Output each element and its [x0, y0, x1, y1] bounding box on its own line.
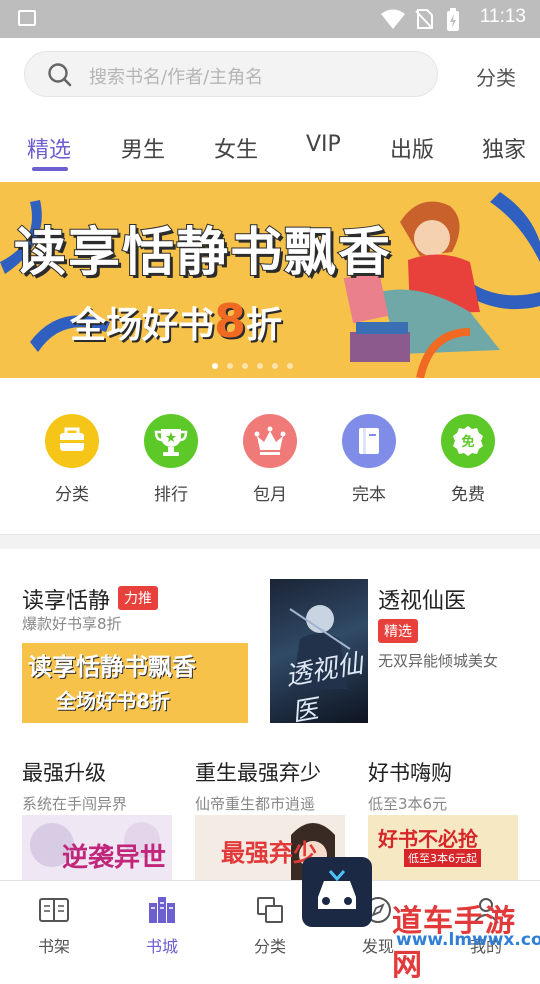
recommendation-item[interactable]: 好书嗨购 低至3本6元	[368, 757, 528, 814]
featured-left-subtitle: 爆款好书享8折	[22, 615, 122, 633]
banner-subline: 全场好书8折	[70, 294, 282, 348]
nav-label: 书架	[37, 937, 70, 956]
watermark-url: www.lmwwx.com	[396, 930, 540, 950]
status-bar: 11:13	[0, 0, 540, 38]
mini-banner-line1: 读享恬静书飘香	[28, 653, 196, 681]
recommendation-title: 好书嗨购	[368, 761, 452, 785]
book-icon	[342, 414, 396, 468]
tab-vip[interactable]: VIP	[306, 132, 341, 157]
quick-link-completed[interactable]: 完本	[329, 414, 409, 505]
banner-dot[interactable]	[242, 363, 248, 369]
banner-sub-suffix: 折	[246, 305, 283, 346]
status-time: 11:13	[479, 6, 526, 27]
banner-dot[interactable]	[272, 363, 278, 369]
banner-sub-prefix: 全场好书	[70, 305, 215, 346]
bookshelf-icon	[39, 898, 69, 922]
bag-icon	[45, 414, 99, 468]
crown-icon	[243, 414, 297, 468]
nav-bookshelf[interactable]: 书架	[19, 895, 89, 957]
svg-text:免: 免	[461, 434, 474, 450]
banner-dot[interactable]	[257, 363, 263, 369]
quick-link-label: 包月	[253, 485, 287, 505]
quick-link-label: 排行	[154, 485, 188, 505]
mini-banner-line2: 全场好书8折	[56, 689, 170, 713]
quick-link-label: 免费	[451, 485, 485, 505]
section-divider	[0, 534, 540, 550]
tab-male[interactable]: 男生	[121, 132, 165, 164]
search-row: 搜索书名/作者/主角名 分类	[0, 38, 540, 116]
featured-right-title[interactable]: 透视仙医	[378, 583, 466, 615]
recommendation-item[interactable]: 重生最强弃少 仙帝重生都市逍遥	[195, 757, 355, 814]
image-notification-icon	[18, 10, 36, 26]
quick-link-label: 分类	[55, 485, 89, 505]
tab-publish[interactable]: 出版	[390, 132, 434, 164]
search-input[interactable]: 搜索书名/作者/主角名	[24, 51, 438, 97]
active-tab-indicator	[32, 167, 68, 171]
cover-text: 好书不必抢	[378, 827, 478, 851]
cover-subtext: 低至3本6元起	[404, 849, 481, 867]
search-icon	[48, 63, 72, 87]
banner-dot[interactable]	[212, 363, 218, 369]
quick-link-monthly[interactable]: 包月	[230, 414, 310, 505]
no-sim-icon	[415, 9, 433, 29]
recommendation-subtitle: 系统在手闯异界	[22, 795, 128, 813]
recommendation-subtitle: 仙帝重生都市逍遥	[195, 795, 316, 813]
quick-link-free[interactable]: 免 免费	[428, 414, 508, 505]
recommendation-cover[interactable]: 好书不必抢 低至3本6元起	[368, 815, 518, 881]
trophy-icon	[144, 414, 198, 468]
tab-featured[interactable]: 精选	[27, 132, 71, 164]
banner-dot[interactable]	[287, 363, 293, 369]
channel-tabs: 精选 男生 女生 VIP 出版 独家	[0, 116, 540, 182]
nav-label: 分类	[253, 937, 286, 956]
recommendation-title: 最强升级	[22, 761, 106, 785]
quick-link-label: 完本	[352, 485, 386, 505]
promo-banner[interactable]: 读享恬静书飘香 全场好书8折	[0, 182, 540, 378]
quick-link-ranking[interactable]: 排行	[131, 414, 211, 505]
tab-female[interactable]: 女生	[214, 132, 258, 164]
cover-title: 透视仙医	[283, 648, 366, 723]
book-cover[interactable]: 透视仙医	[270, 579, 368, 723]
recommendation-grid: 最强升级 系统在手闯异界 逆袭异世 重生最强弃少 仙帝重生都市逍遥 最强弃少 好…	[0, 749, 540, 881]
tab-exclusive[interactable]: 独家	[482, 132, 526, 164]
recommend-badge: 力推	[118, 586, 158, 610]
nav-label: 书城	[145, 937, 178, 956]
nav-category[interactable]: 分类	[235, 895, 305, 957]
search-placeholder: 搜索书名/作者/主角名	[89, 67, 264, 88]
banner-pagination	[212, 354, 302, 373]
banner-headline: 读享恬静书飘香	[13, 222, 393, 284]
banner-dot[interactable]	[227, 363, 233, 369]
watermark-logo	[302, 857, 372, 927]
recommendation-cover[interactable]: 逆袭异世	[22, 815, 172, 881]
bookstore-icon	[149, 897, 175, 923]
battery-charging-icon	[447, 8, 459, 31]
featured-left-title[interactable]: 读享恬静	[22, 583, 110, 615]
category-icon	[257, 897, 283, 923]
quick-links: 分类 排行 包月 完本 免 免费	[0, 378, 540, 534]
cover-text: 逆袭异世	[62, 843, 167, 873]
wifi-icon	[381, 9, 405, 29]
recommendation-item[interactable]: 最强升级 系统在手闯异界	[22, 757, 182, 814]
category-link[interactable]: 分类	[476, 62, 516, 91]
recommendation-subtitle: 低至3本6元	[368, 795, 448, 813]
nav-bookstore[interactable]: 书城	[127, 895, 197, 957]
featured-section: 读享恬静 力推 爆款好书享8折 读享恬静书飘香 全场好书8折 透视仙医 透视仙医…	[0, 549, 540, 749]
featured-left-banner[interactable]: 读享恬静书飘香 全场好书8折	[22, 643, 248, 723]
free-tag-icon: 免	[441, 414, 495, 468]
featured-right-desc: 无双异能倾城美女	[378, 652, 499, 670]
banner-sub-number: 8	[214, 294, 247, 348]
quick-link-category[interactable]: 分类	[32, 414, 112, 505]
recommendation-title: 重生最强弃少	[195, 761, 321, 785]
featured-badge: 精选	[378, 619, 418, 643]
